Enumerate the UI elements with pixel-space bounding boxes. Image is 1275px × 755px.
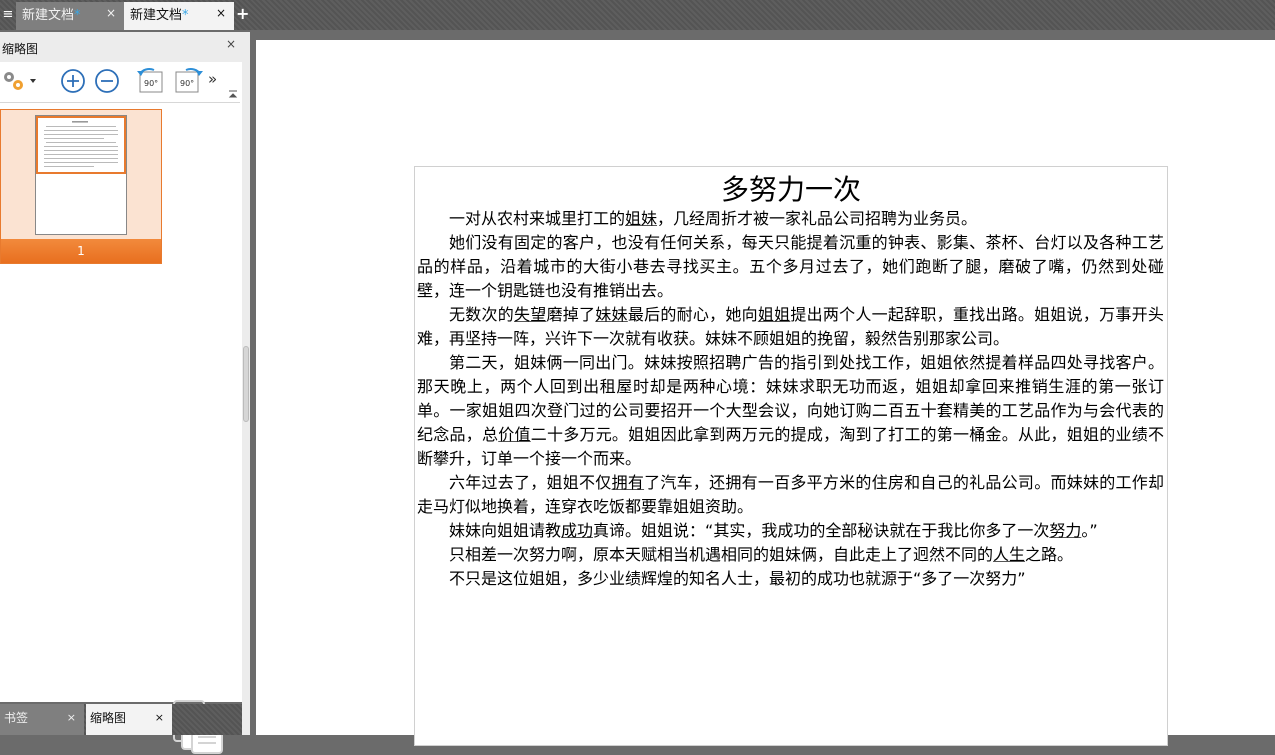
close-icon[interactable]: × [226,37,236,51]
thumbnail-page-number: 1 [1,239,161,263]
text-run: 之路。 [1025,545,1074,564]
document-paragraph: 妹妹向姐姐请教成功真谛。姐姐说：“其实，我成功的全部秘诀就在于我比你多了一次努力… [415,519,1167,543]
text-run: 无数次的 [449,305,515,324]
document-canvas[interactable]: 多努力一次 一对从农村来城里打工的姐妹，几经周折才被一家礼品公司招聘为业务员。她… [256,40,1275,746]
text-run: 最后的耐心，她向 [627,305,758,324]
text-run: 真谛。姐姐说：“其实，我成功的全部秘诀就在于我比你多了一次 [593,521,1050,540]
collapse-icon[interactable] [228,86,238,98]
underlined-word: 成功 [561,521,594,540]
zoom-in-icon[interactable] [58,66,88,96]
text-run: 六年过去了，姐姐不仅 [449,473,612,492]
document-paragraph: 一对从农村来城里打工的姐妹，几经周折才被一家礼品公司招聘为业务员。 [415,207,1167,231]
splitter-grip[interactable] [243,346,249,422]
panel-header: 缩略图 × [0,32,242,62]
text-run: 不只是这位姐姐，多少业绩辉煌的知名人士，最初的成功也就源于“多了一次努力” [449,569,1026,588]
underlined-word: 姐姐 [757,305,791,324]
text-run: 一对从农村来城里打工的 [449,209,626,228]
underlined-word: 姐妹 [625,209,658,228]
thumbnail-list: 1 [0,102,240,754]
settings-icon[interactable] [0,66,40,96]
thumbnail-toolbar: 90° 90° » [0,66,242,100]
document-paragraph: 无数次的失望磨掉了妹妹最后的耐心，她向姐姐提出两个人一起辞职，重找出路。姐姐说，… [415,303,1167,351]
text-run: 只相差一次努力啊，原本天赋相当机遇相同的姐妹俩，自此走上了迥然不同的 [449,545,994,564]
text-run: 她们没有固定的客户，也没有任何关系，每天只能提着沉重的钟表、影集、茶杯、台灯以及… [417,233,1164,300]
menu-icon[interactable]: ≡ [0,4,16,26]
text-run: 。” [1081,521,1098,540]
underlined-word: 努力 [1049,521,1082,540]
rotate-label: 90° [144,79,158,88]
document-tab-strip: ≡ 新建文档* × 新建文档* × + [0,0,1275,30]
tab-label: 新建文档 [130,8,183,23]
close-icon[interactable]: × [67,704,76,732]
page-thumbnail[interactable]: 1 [0,109,162,264]
document-paragraph: 六年过去了，姐姐不仅拥有了汽车，还拥有一百多平方米的住房和自己的礼品公司。而妹妹… [415,471,1167,519]
underlined-word: 拥有 [611,473,645,492]
tab-label: 缩略图 [90,711,127,725]
document-paragraph: 不只是这位姐姐，多少业绩辉煌的知名人士，最初的成功也就源于“多了一次努力” [415,567,1167,591]
new-tab-icon[interactable]: + [236,4,250,26]
text-run: 磨掉了 [546,305,596,324]
document-paragraph: 她们没有固定的客户，也没有任何关系，每天只能提着沉重的钟表、影集、茶杯、台灯以及… [415,231,1167,303]
underlined-word: 人生 [993,545,1026,564]
more-icon[interactable]: » [208,70,217,88]
panel-tab-strip: 书签 × 缩略图 × [0,704,242,735]
document-paragraph: 只相差一次努力啊，原本天赋相当机遇相同的姐妹俩，自此走上了迥然不同的人生之路。 [415,543,1167,567]
thumbnail-text-lines [44,121,118,167]
modified-indicator: * [182,8,189,23]
document-title: 多努力一次 [720,173,861,206]
thumbnail-page-preview [35,115,127,235]
document-page[interactable]: 多努力一次 一对从农村来城里打工的姐妹，几经周折才被一家礼品公司招聘为业务员。她… [414,166,1168,746]
document-tab-2[interactable]: 新建文档* × [124,2,234,30]
rotate-label: 90° [180,79,194,88]
panel-splitter[interactable] [242,32,250,735]
rotate-right-icon[interactable]: 90° [172,66,206,96]
text-run: ，几经周折才被一家礼品公司招聘为业务员。 [657,209,978,228]
document-paragraph: 第二天，姐妹俩一同出门。妹妹按照招聘广告的指引到处找工作，姐姐依然提着样品四处寻… [415,351,1167,471]
rotate-left-icon[interactable]: 90° [134,66,168,96]
underlined-word: 妹妹 [595,305,628,324]
modified-indicator: * [74,8,81,23]
tab-label: 新建文档 [22,8,75,23]
thumbnail-panel: 缩略图 × 90° 90° » 1 [0,32,242,754]
close-icon[interactable]: × [106,0,116,27]
tab-thumbnails[interactable]: 缩略图 × [86,704,172,735]
close-icon[interactable]: × [155,704,164,732]
text-run: 妹妹向姐姐请教 [449,521,562,540]
panel-title: 缩略图 [2,42,39,56]
document-tab-1[interactable]: 新建文档* × [16,2,124,30]
document-body: 一对从农村来城里打工的姐妹，几经周折才被一家礼品公司招聘为业务员。 她们没有固定的… [415,207,1167,591]
underlined-word: 失望 [514,305,547,324]
close-icon[interactable]: × [216,0,226,27]
zoom-out-icon[interactable] [92,66,122,96]
underlined-word: 价值 [498,425,531,444]
document-view: 多努力一次 一对从农村来城里打工的姐妹，几经周折才被一家礼品公司招聘为业务员。她… [252,36,1275,746]
tab-bookmarks[interactable]: 书签 × [0,704,84,735]
tab-label: 书签 [4,711,29,725]
